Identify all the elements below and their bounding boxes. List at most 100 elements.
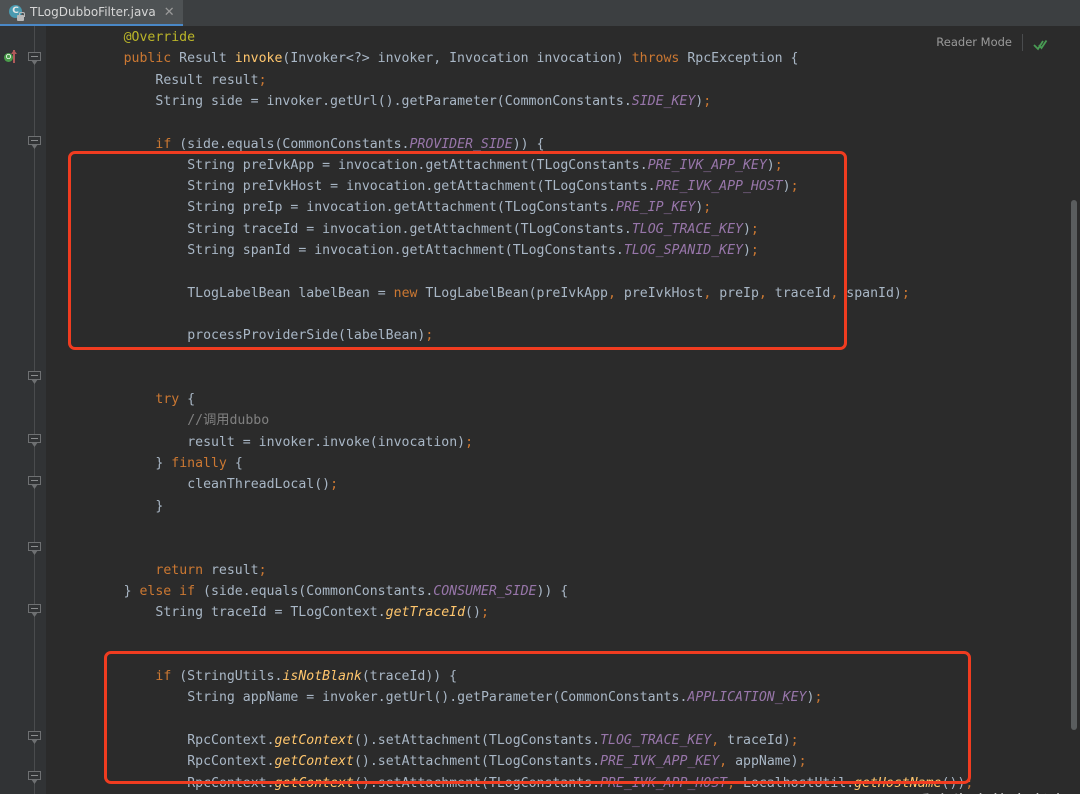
code-token: PROVIDER_SIDE xyxy=(409,136,513,152)
code-token: ; xyxy=(330,477,339,493)
code-token: , xyxy=(711,732,720,748)
code-token: ; xyxy=(480,605,489,621)
code-token: Result result xyxy=(155,72,259,88)
tab-label: TLogDubboFilter.java xyxy=(30,5,156,19)
code-token: ; xyxy=(465,434,474,450)
code-token: SIDE_KEY xyxy=(631,93,696,109)
tab-tlogdubbofilter[interactable]: C TLogDubboFilter.java ✕ xyxy=(0,0,183,26)
fold-icon[interactable] xyxy=(28,136,41,149)
source-code-text[interactable]: @Override public Result invoke(Invoker<?>… xyxy=(46,26,1080,794)
code-token: String traceId = TLogContext. xyxy=(155,605,386,621)
code-line: String preIvkHost = invocation.getAttach… xyxy=(187,176,798,197)
code-line: TLogLabelBean labelBean = new TLogLabelB… xyxy=(187,283,910,304)
editor-tab-bar: C TLogDubboFilter.java ✕ xyxy=(0,0,1080,26)
code-token: ; xyxy=(798,754,807,770)
fold-icon[interactable] xyxy=(28,52,41,65)
code-token: getTraceId xyxy=(385,605,466,621)
fold-icon[interactable] xyxy=(28,731,41,744)
code-token: (StringUtils. xyxy=(179,669,283,684)
code-token: CONSUMER_SIDE xyxy=(433,583,537,599)
code-token: TLOG_SPANID_KEY xyxy=(623,243,743,258)
vertical-scrollbar[interactable] xyxy=(1067,26,1080,794)
code-token: result xyxy=(210,562,259,578)
code-token: ; xyxy=(790,732,799,748)
code-line: try { xyxy=(155,389,195,410)
code-token: String spanId = invocation.getAttachment… xyxy=(187,243,624,258)
code-token: else if xyxy=(139,583,204,599)
code-token: if xyxy=(155,669,180,684)
code-token: (traceId)) { xyxy=(361,669,458,684)
editor-gutter[interactable]: O xyxy=(0,26,46,794)
code-token: RpcContext. xyxy=(187,754,275,770)
code-editor[interactable]: O @Override public Result invoke(Invoker<… xyxy=(0,26,1080,794)
code-token: RpcContext. xyxy=(187,775,275,791)
code-token: ) xyxy=(766,157,775,173)
code-line: result = invoker.invoke(invocation); xyxy=(187,432,473,453)
csdn-watermark: CSDN @爱吃牛肉的大老虎 xyxy=(830,788,1068,794)
code-token: , xyxy=(727,775,736,791)
code-token: processProviderSide(labelBean) xyxy=(187,328,426,344)
code-line: RpcContext.getContext().setAttachment(TL… xyxy=(187,751,806,772)
code-token: String preIvkHost = invocation.getAttach… xyxy=(187,179,656,195)
reader-mode-label: Reader Mode xyxy=(936,35,1012,49)
code-line: processProviderSide(labelBean); xyxy=(187,325,433,346)
override-dot-glyph: O xyxy=(4,53,13,62)
fold-icon[interactable] xyxy=(28,371,41,384)
code-token: getContext xyxy=(274,732,354,748)
code-line: cleanThreadLocal(); xyxy=(187,474,338,495)
code-token: ; xyxy=(258,562,267,578)
close-icon[interactable]: ✕ xyxy=(164,6,175,19)
code-line: @Override xyxy=(124,27,195,48)
code-token: (side.equals(CommonConstants. xyxy=(179,136,410,152)
reader-mode-control[interactable]: Reader Mode xyxy=(928,28,1056,56)
code-token: PRE_IVK_APP_KEY xyxy=(600,754,720,770)
code-line: String spanId = invocation.getAttachment… xyxy=(187,240,759,261)
code-line: String preIvkApp = invocation.getAttachm… xyxy=(187,155,783,176)
code-token: result = invoker.invoke(invocation) xyxy=(187,434,466,450)
java-class-private-icon: C xyxy=(9,4,25,21)
fold-icon[interactable] xyxy=(28,604,41,617)
code-token: isNotBlank xyxy=(282,669,362,684)
code-token: , xyxy=(719,754,728,770)
code-token: APPLICATION_KEY xyxy=(687,690,807,706)
code-token: appName) xyxy=(727,754,799,770)
code-token: ().setAttachment(TLogConstants. xyxy=(353,754,601,770)
code-token: return xyxy=(155,562,211,578)
fold-icon[interactable] xyxy=(28,771,41,784)
code-token: RpcException { xyxy=(687,51,799,67)
code-line: return result; xyxy=(155,560,266,581)
code-line: } xyxy=(155,496,163,517)
code-token: throws xyxy=(631,51,688,67)
scrollbar-thumb[interactable] xyxy=(1071,200,1077,730)
code-token: String traceId = invocation.getAttachmen… xyxy=(187,221,632,237)
fold-icon[interactable] xyxy=(28,542,41,555)
code-token: PRE_IVK_APP_KEY xyxy=(647,157,767,173)
code-token: ; xyxy=(703,200,712,216)
code-line: String preIp = invocation.getAttachment(… xyxy=(187,197,711,218)
code-token: traceId xyxy=(766,285,831,301)
code-token: (Invoker<?> invoker, Invocation invocati… xyxy=(282,51,632,67)
code-token: (side.equals(CommonConstants. xyxy=(203,583,434,599)
code-token: new xyxy=(393,285,426,301)
code-token: TLogLabelBean(preIvkApp xyxy=(425,285,609,301)
code-token: ().setAttachment(TLogConstants. xyxy=(353,732,601,748)
code-token: ; xyxy=(774,157,783,173)
divider xyxy=(1022,33,1023,51)
code-token: preIvkHost xyxy=(615,285,704,301)
override-method-marker-icon[interactable]: O xyxy=(4,50,19,65)
double-check-icon[interactable] xyxy=(1033,36,1048,50)
code-token: } xyxy=(155,456,172,471)
fold-icon[interactable] xyxy=(28,476,41,489)
code-token: RpcContext. xyxy=(187,732,275,748)
code-line: String side = invoker.getUrl().getParame… xyxy=(155,91,711,112)
code-token: ; xyxy=(814,690,823,706)
code-line: RpcContext.getContext().setAttachment(TL… xyxy=(187,730,798,751)
code-token: ; xyxy=(750,221,759,237)
code-token: , xyxy=(608,285,616,301)
code-line: String traceId = TLogContext.getTraceId(… xyxy=(155,602,489,623)
fold-icon[interactable] xyxy=(28,434,41,447)
code-token: TLOG_TRACE_KEY xyxy=(631,221,743,237)
code-line: if (StringUtils.isNotBlank(traceId)) { xyxy=(155,666,457,687)
code-token: )) { xyxy=(536,583,569,599)
code-token: getContext xyxy=(274,754,354,770)
